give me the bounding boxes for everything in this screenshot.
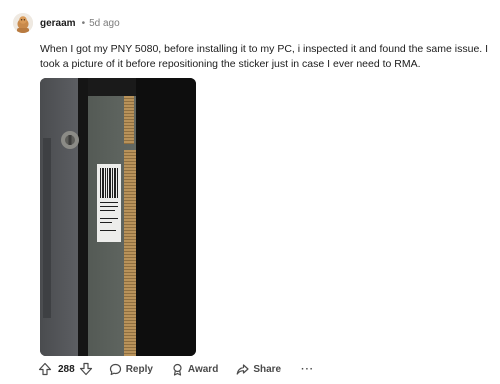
reply-button[interactable]: Reply <box>109 363 153 376</box>
more-options-button[interactable]: ··· <box>301 364 314 375</box>
reply-label: Reply <box>125 363 153 375</box>
comment-header: geraam • 5d ago <box>13 12 120 34</box>
comment-actions: 288 Reply Award Share ··· <box>38 361 314 377</box>
meta-separator: • <box>81 17 86 29</box>
comment-card: geraam • 5d ago When I got my PNY 5080, … <box>0 0 500 384</box>
gpu-pcie-connector-photo <box>40 78 196 356</box>
downvote-button[interactable] <box>79 362 93 376</box>
award-button[interactable]: Award <box>171 363 218 376</box>
snoo-avatar-icon <box>13 13 33 33</box>
comment-bubble-icon <box>109 363 122 376</box>
share-label: Share <box>253 363 282 375</box>
share-icon <box>236 363 249 376</box>
comment-image[interactable] <box>40 78 196 356</box>
vote-count: 288 <box>58 363 75 375</box>
share-button[interactable]: Share <box>236 363 281 376</box>
comment-text: When I got my PNY 5080, before installin… <box>40 43 489 70</box>
avatar[interactable] <box>13 13 33 33</box>
award-label: Award <box>187 363 219 375</box>
author-name[interactable]: geraam <box>40 18 76 29</box>
arrow-down-icon <box>79 362 92 376</box>
award-icon <box>171 363 184 376</box>
timestamp[interactable]: 5d ago <box>89 18 120 29</box>
upvote-button[interactable] <box>38 362 52 376</box>
arrow-up-icon <box>38 362 52 376</box>
